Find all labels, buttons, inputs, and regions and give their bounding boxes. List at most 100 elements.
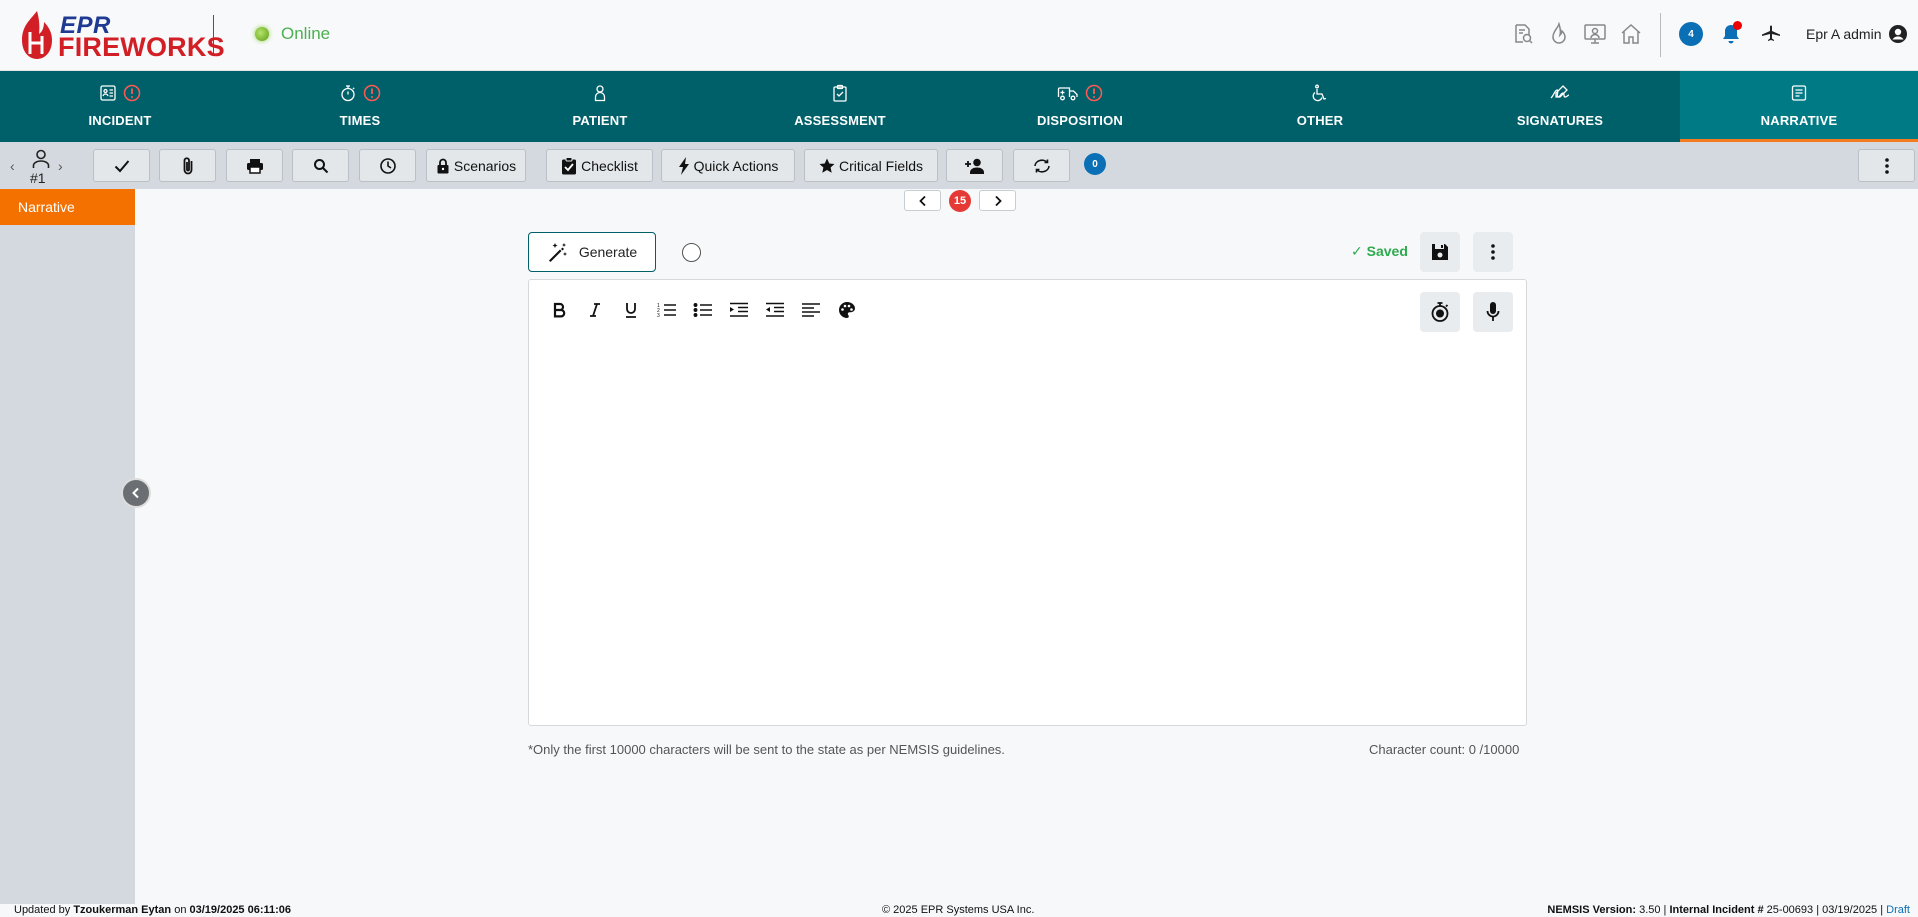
quick-actions-label: Quick Actions — [693, 157, 779, 174]
dictation-button[interactable] — [1473, 292, 1513, 332]
ambulance-icon — [1057, 87, 1078, 101]
tab-label: TIMES — [339, 113, 381, 128]
logo-text-fireworks: FIREWORKS — [58, 32, 225, 62]
sidebar-collapse-button[interactable] — [121, 478, 151, 508]
tab-label: DISPOSITION — [1037, 113, 1123, 128]
add-patient-button[interactable] — [946, 149, 1003, 182]
timer-button[interactable] — [1420, 292, 1460, 332]
generate-label: Generate — [578, 244, 638, 260]
alert-icon — [363, 84, 381, 102]
magic-wand-icon — [548, 243, 567, 262]
logo-divider — [213, 15, 214, 55]
section-tabs: INCIDENT TIMES PATIENT ASSESSMENT DISPOS… — [0, 71, 1918, 142]
sync-button[interactable] — [1013, 149, 1070, 182]
tab-label: SIGNATURES — [1516, 113, 1604, 128]
app-logo[interactable]: EPR FIREWORKS — [20, 10, 225, 62]
tab-incident[interactable]: INCIDENT — [0, 71, 240, 142]
checklist-button[interactable]: Checklist — [546, 149, 653, 182]
generate-narrative-button[interactable]: Generate — [528, 232, 656, 272]
svg-text:3: 3 — [657, 313, 660, 318]
indent-icon[interactable] — [727, 298, 751, 322]
home-icon[interactable] — [1616, 19, 1646, 49]
tab-disposition[interactable]: DISPOSITION — [960, 71, 1200, 142]
tab-narrative[interactable]: NARRATIVE — [1680, 71, 1918, 142]
sidebar-item-narrative[interactable]: Narrative — [0, 189, 135, 225]
quick-actions-button[interactable]: Quick Actions — [661, 149, 795, 182]
copyright: © 2025 EPR Systems USA Inc. — [882, 904, 1035, 916]
check-icon — [114, 159, 129, 172]
presenter-icon[interactable] — [1580, 19, 1610, 49]
nemsis-footnote: *Only the first 10000 characters will be… — [528, 742, 1005, 757]
italic-icon[interactable] — [583, 298, 607, 322]
scenarios-label: Scenarios — [453, 157, 517, 174]
critical-fields-button[interactable]: Critical Fields — [804, 149, 938, 182]
align-icon[interactable] — [799, 298, 823, 322]
person-icon — [594, 85, 606, 102]
attachments-button[interactable] — [159, 149, 216, 182]
next-record-button[interactable] — [979, 190, 1016, 211]
tab-label: OTHER — [1296, 113, 1344, 128]
id-card-icon — [100, 85, 116, 101]
app-header: EPR FIREWORKS Online 4 Epr A admin — [0, 0, 1918, 71]
chevron-right-icon[interactable]: › — [58, 158, 63, 174]
validate-button[interactable] — [93, 149, 150, 182]
updated-prefix: Updated by — [14, 904, 74, 916]
add-person-icon — [964, 158, 984, 174]
more-vertical-icon — [1884, 157, 1889, 174]
narrative-editor[interactable]: 123 — [528, 279, 1527, 726]
tab-label: INCIDENT — [88, 113, 152, 128]
airplane-icon[interactable] — [1756, 19, 1786, 49]
editor-more-button[interactable] — [1473, 232, 1513, 272]
person-icon — [32, 149, 50, 168]
outdent-icon[interactable] — [763, 298, 787, 322]
toolbar-count-badge[interactable]: 0 — [1084, 153, 1106, 175]
print-button[interactable] — [226, 149, 283, 182]
nemsis-label: NEMSIS Version: — [1547, 904, 1637, 916]
tab-signatures[interactable]: SIGNATURES — [1440, 71, 1680, 142]
updated-date: 03/19/2025 06:11:06 — [189, 904, 292, 916]
user-menu[interactable]: Epr A admin — [1806, 24, 1908, 44]
bullet-list-icon[interactable] — [691, 298, 715, 322]
generate-option-radio[interactable] — [682, 243, 701, 262]
status-text: Online — [281, 24, 331, 43]
palette-icon[interactable] — [835, 298, 859, 322]
chevron-right-icon — [994, 195, 1002, 206]
ordered-list-icon[interactable]: 123 — [655, 298, 679, 322]
sync-icon — [1033, 158, 1050, 173]
lock-icon — [437, 158, 449, 173]
status-dot-icon — [255, 27, 269, 41]
previous-record-button[interactable] — [904, 190, 941, 211]
save-button[interactable] — [1420, 232, 1460, 272]
updated-on: on — [171, 904, 190, 916]
toolbar-more-button[interactable] — [1858, 149, 1915, 182]
search-button[interactable] — [292, 149, 349, 182]
updated-info: Updated by Tzoukerman Eytan on 03/19/202… — [14, 904, 291, 916]
history-button[interactable] — [359, 149, 416, 182]
nemsis-value: 3.50 | — [1636, 904, 1670, 916]
save-status: ✓ Saved — [1351, 243, 1408, 259]
tab-patient[interactable]: PATIENT — [480, 71, 720, 142]
tab-times[interactable]: TIMES — [240, 71, 480, 142]
updated-user: Tzoukerman Eytan — [73, 904, 172, 916]
bold-icon[interactable] — [547, 298, 571, 322]
chevron-left-icon — [132, 487, 139, 499]
record-info: NEMSIS Version: 3.50 | Internal Incident… — [1547, 904, 1910, 916]
tab-other[interactable]: OTHER — [1200, 71, 1440, 142]
checklist-label: Checklist — [581, 157, 638, 174]
alert-icon — [1085, 84, 1103, 102]
search-document-icon[interactable] — [1508, 19, 1538, 49]
record-toolbar: ‹ #1 › Scenarios Checklist Quick Actions… — [0, 142, 1918, 189]
chat-icon[interactable]: 4 — [1676, 19, 1706, 49]
tab-label: NARRATIVE — [1760, 113, 1838, 128]
scenarios-button[interactable]: Scenarios — [426, 149, 526, 182]
record-status[interactable]: Draft — [1886, 904, 1910, 916]
flame-icon[interactable] — [1544, 19, 1574, 49]
tab-assessment[interactable]: ASSESSMENT — [720, 71, 960, 142]
paperclip-icon — [183, 156, 192, 174]
underline-icon[interactable] — [619, 298, 643, 322]
narrative-icon — [1791, 85, 1807, 101]
lightning-icon — [678, 156, 689, 175]
format-toolbar: 123 — [547, 298, 859, 322]
bell-icon[interactable] — [1716, 19, 1746, 49]
chevron-left-icon[interactable]: ‹ — [10, 158, 15, 174]
